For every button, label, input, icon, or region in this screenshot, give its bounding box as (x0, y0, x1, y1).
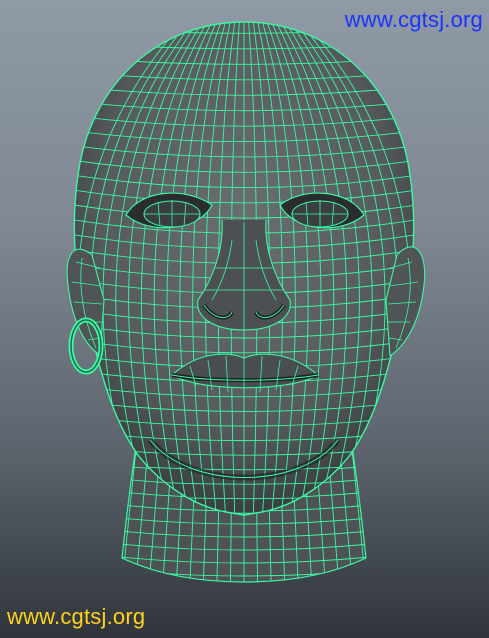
maya-viewport[interactable]: www.cgtsj.org www.cgtsj.org (0, 0, 489, 638)
watermark-top: www.cgtsj.org (344, 7, 483, 32)
head-wireframe-model[interactable] (0, 0, 489, 638)
watermark-bottom: www.cgtsj.org (7, 604, 146, 629)
